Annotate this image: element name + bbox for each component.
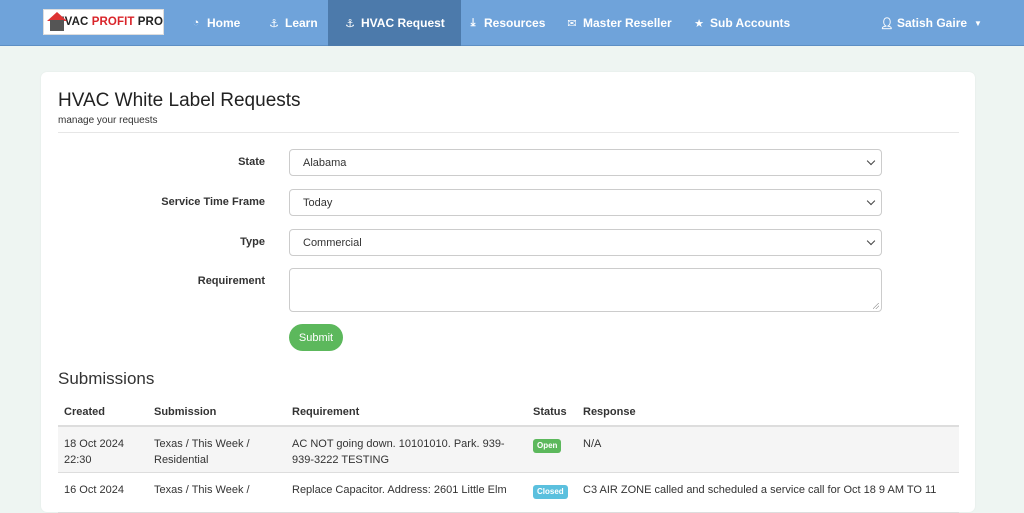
submission-cell: Texas / This Week / Residential (154, 438, 250, 466)
requirement-cell: AC NOT going down. 10101010. Park. 939- … (292, 438, 505, 466)
page-subtitle: manage your requests (58, 115, 158, 126)
submit-button[interactable]: Submit (289, 324, 343, 351)
user-name: Satish Gaire (897, 16, 968, 30)
divider (58, 132, 959, 133)
status-badge: Closed (533, 485, 568, 499)
requirement-cell: Replace Capacitor. Address: 2601 Little … (292, 484, 507, 496)
requirement-label: Requirement (197, 275, 265, 287)
anchor-icon: ⚓ (345, 17, 355, 30)
caret-down-icon: ▼ (974, 18, 982, 28)
nav-hvac-request-label: HVAC Request (361, 16, 445, 30)
status-badge: Open (533, 439, 562, 453)
resize-handle-icon[interactable] (873, 303, 879, 309)
nav-learn-label: Learn (285, 16, 318, 30)
nav-master-reseller[interactable]: ✉ Master Reseller (566, 0, 672, 46)
user-menu[interactable]: 👤︎ Satish Gaire ▼ (880, 0, 982, 46)
state-value: Alabama (303, 156, 347, 169)
nav-resources-label: Resources (484, 16, 546, 30)
user-icon: 👤︎ (880, 17, 894, 30)
brand-name: HVAC PROFIT PRO (56, 16, 163, 28)
table-header: Created Submission Requirement Status Re… (58, 398, 959, 427)
status-cell: Closed (533, 483, 568, 499)
brand-logo[interactable]: HVAC PROFIT PRO (43, 9, 164, 35)
chevron-down-icon (866, 196, 876, 206)
service-time-frame-value: Today (303, 196, 333, 209)
nav-learn[interactable]: ⚓ Learn (268, 0, 318, 46)
nav-master-reseller-label: Master Reseller (583, 16, 672, 30)
table-row[interactable]: 16 Oct 2024 Texas / This Week / Replace … (58, 473, 959, 513)
nav-sub-accounts-label: Sub Accounts (710, 16, 791, 30)
requirement-textarea[interactable] (289, 268, 882, 312)
table-row[interactable]: 18 Oct 2024 22:30 Texas / This Week / Re… (58, 427, 959, 473)
response-cell: N/A (583, 438, 602, 450)
status-cell: Open (533, 437, 562, 453)
anchor-icon: ⚓ (269, 17, 279, 30)
state-label: State (238, 156, 265, 168)
chevron-down-icon (866, 236, 876, 246)
created-cell: 18 Oct 2024 22:30 (64, 438, 124, 466)
column-header-submission: Submission (154, 406, 217, 418)
nav-resources[interactable]: ⤓ Resources (467, 0, 546, 46)
house-logo-icon (47, 12, 67, 32)
column-header-requirement: Requirement (292, 406, 360, 418)
type-value: Commercial (303, 236, 362, 249)
column-header-response: Response (583, 406, 636, 418)
star-icon: ★ (694, 17, 704, 30)
nav-hvac-request[interactable]: ⚓ HVAC Request (328, 0, 461, 46)
service-time-frame-select[interactable]: Today (289, 189, 882, 216)
type-label: Type (240, 236, 265, 248)
submission-cell: Texas / This Week / (154, 484, 250, 496)
requests-card: HVAC White Label Requests manage your re… (41, 72, 975, 513)
submissions-table: Created Submission Requirement Status Re… (58, 398, 959, 513)
created-cell: 16 Oct 2024 (64, 484, 124, 496)
download-icon: ⤓ (470, 16, 476, 29)
type-select[interactable]: Commercial (289, 229, 882, 256)
service-time-frame-label: Service Time Frame (161, 196, 265, 208)
envelope-icon: ✉ (567, 17, 577, 30)
response-cell: C3 AIR ZONE called and scheduled a servi… (583, 484, 937, 496)
nav-home-label: Home (207, 16, 241, 30)
state-select[interactable]: Alabama (289, 149, 882, 176)
top-navbar: HVAC PROFIT PRO ◔ Home ⚓ Learn ⚓ HVAC Re… (0, 0, 1024, 46)
nav-home[interactable]: ◔ Home (190, 0, 241, 46)
submissions-title: Submissions (58, 369, 155, 388)
column-header-created: Created (64, 406, 105, 418)
nav-sub-accounts[interactable]: ★ Sub Accounts (693, 0, 790, 46)
column-header-status: Status (533, 406, 567, 418)
dashboard-icon: ◔ (192, 17, 200, 29)
page-title: HVAC White Label Requests (58, 90, 301, 111)
chevron-down-icon (866, 156, 876, 166)
